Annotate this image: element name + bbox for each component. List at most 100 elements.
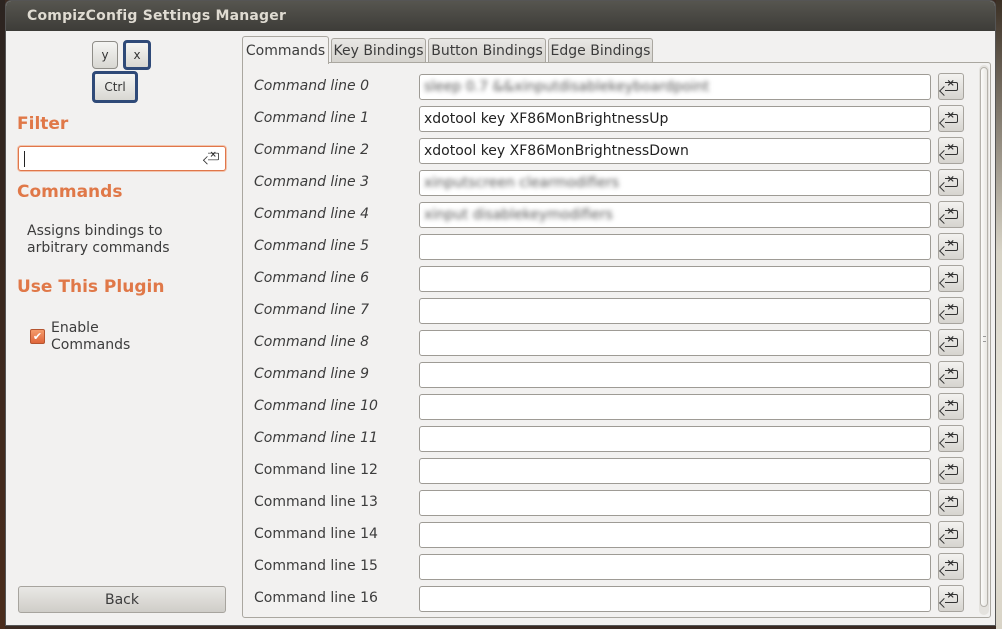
command-line-row: Command line 1 xdotool key XF86MonBrightn… — [243, 103, 978, 135]
command-line-label: Command line 6 — [254, 270, 370, 286]
clear-command-button[interactable] — [938, 457, 964, 484]
command-line-input[interactable] — [419, 458, 931, 484]
scroll-grip-icon — [983, 336, 986, 342]
scrollbar-thumb[interactable] — [980, 67, 988, 607]
clear-command-button[interactable] — [938, 489, 964, 516]
edit-clear-icon — [944, 334, 958, 347]
window-titlebar[interactable]: CompizConfig Settings Manager — [6, 1, 995, 31]
command-line-row: Command line 11 — [243, 423, 978, 455]
tab-edge-bindings[interactable]: Edge Bindings — [548, 38, 653, 63]
command-line-input[interactable] — [419, 426, 931, 452]
commands-plugin-icon: y x Ctrl — [90, 40, 160, 105]
command-line-input[interactable] — [419, 330, 931, 356]
edit-clear-icon — [944, 302, 958, 315]
edit-clear-icon — [944, 366, 958, 379]
checkmark-icon: ✔ — [32, 330, 43, 343]
edit-clear-icon — [944, 494, 958, 507]
edit-clear-icon — [944, 78, 958, 91]
command-line-input[interactable] — [419, 362, 931, 388]
command-line-value: sleep 0.7 &&xinputdisablekeyboardpoint — [424, 79, 710, 95]
command-line-row: Command line 4 xinput disablekeymodifiers — [243, 199, 978, 231]
command-line-label: Command line 12 — [254, 462, 378, 478]
command-line-input[interactable]: xdotool key XF86MonBrightnessDown — [419, 138, 931, 164]
command-line-value: xinput disablekeymodifiers — [424, 207, 613, 223]
left-panel: y x Ctrl Filter Commands Assigns binding… — [6, 31, 236, 625]
command-line-row: Command line 9 — [243, 359, 978, 391]
key-x-icon: x — [123, 40, 151, 70]
clear-command-button[interactable] — [938, 553, 964, 580]
command-line-input[interactable]: sleep 0.7 &&xinputdisablekeyboardpoint — [419, 74, 931, 100]
filter-heading: Filter — [17, 114, 69, 134]
command-line-input[interactable] — [419, 490, 931, 516]
edit-clear-icon — [944, 206, 958, 219]
clear-command-button[interactable] — [938, 265, 964, 292]
command-line-label: Command line 1 — [254, 110, 370, 126]
command-line-input[interactable]: xdotool key XF86MonBrightnessUp — [419, 106, 931, 132]
edit-clear-icon — [944, 526, 958, 539]
edit-clear-icon — [944, 238, 958, 251]
command-line-label: Command line 0 — [254, 78, 370, 94]
clear-command-button[interactable] — [938, 105, 964, 132]
edit-clear-icon — [944, 558, 958, 571]
key-y-icon: y — [92, 41, 118, 69]
ccsm-window: CompizConfig Settings Manager y x Ctrl F… — [5, 0, 996, 626]
command-line-label: Command line 14 — [254, 526, 378, 542]
clear-command-button[interactable] — [938, 329, 964, 356]
enable-commands-label[interactable]: Enable Commands — [51, 320, 130, 354]
command-line-input[interactable] — [419, 298, 931, 324]
command-line-input[interactable] — [419, 266, 931, 292]
clear-command-button[interactable] — [938, 73, 964, 100]
command-line-label: Command line 2 — [254, 142, 370, 158]
command-line-label: Command line 7 — [254, 302, 370, 318]
command-line-input[interactable]: xinputscreen clearmodifiers — [419, 170, 931, 196]
command-line-value: xinputscreen clearmodifiers — [424, 175, 620, 191]
use-plugin-heading: Use This Plugin — [17, 277, 165, 297]
edit-clear-icon — [944, 398, 958, 411]
edit-clear-icon — [944, 110, 958, 123]
command-line-label: Command line 13 — [254, 494, 378, 510]
clear-command-button[interactable] — [938, 585, 964, 612]
command-line-row: Command line 12 — [243, 455, 978, 487]
back-button[interactable]: Back — [18, 586, 226, 613]
command-line-label: Command line 3 — [254, 174, 370, 190]
command-line-row: Command line 13 — [243, 487, 978, 519]
tab-button-bindings[interactable]: Button Bindings — [428, 38, 546, 63]
command-line-input[interactable] — [419, 234, 931, 260]
command-line-label: Command line 5 — [254, 238, 370, 254]
enable-commands-checkbox[interactable]: ✔ — [30, 329, 45, 344]
clear-command-button[interactable] — [938, 521, 964, 548]
command-line-label: Command line 10 — [254, 398, 378, 414]
command-line-value: xdotool key XF86MonBrightnessDown — [424, 143, 689, 159]
command-line-row: Command line 3 xinputscreen clearmodifier… — [243, 167, 978, 199]
command-line-row: Command line 10 — [243, 391, 978, 423]
commands-page: Command line 0 sleep 0.7 &&xinputdisablek… — [242, 62, 991, 618]
command-line-input[interactable]: xinput disablekeymodifiers — [419, 202, 931, 228]
command-line-row: Command line 14 — [243, 519, 978, 551]
command-line-input[interactable] — [419, 554, 931, 580]
command-line-row: Command line 7 — [243, 295, 978, 327]
clear-command-button[interactable] — [938, 137, 964, 164]
clear-command-button[interactable] — [938, 297, 964, 324]
edit-clear-icon — [944, 270, 958, 283]
clear-command-button[interactable] — [938, 201, 964, 228]
edit-clear-icon — [944, 430, 958, 443]
desktop-background-right — [996, 0, 1002, 629]
command-line-input[interactable] — [419, 586, 931, 612]
command-line-row: Command line 15 — [243, 551, 978, 583]
tab-commands[interactable]: Commands — [242, 36, 329, 64]
clear-command-button[interactable] — [938, 233, 964, 260]
command-line-label: Command line 15 — [254, 558, 378, 574]
tab-key-bindings[interactable]: Key Bindings — [331, 38, 426, 63]
command-line-value: xdotool key XF86MonBrightnessUp — [424, 111, 669, 127]
clear-command-button[interactable] — [938, 169, 964, 196]
clear-filter-icon[interactable] — [207, 149, 221, 166]
vertical-scrollbar[interactable] — [979, 65, 989, 615]
command-line-label: Command line 16 — [254, 590, 378, 606]
clear-command-button[interactable] — [938, 425, 964, 452]
command-line-input[interactable] — [419, 394, 931, 420]
command-line-input[interactable] — [419, 522, 931, 548]
filter-input[interactable] — [18, 146, 226, 171]
clear-command-button[interactable] — [938, 393, 964, 420]
command-line-row: Command line 5 — [243, 231, 978, 263]
clear-command-button[interactable] — [938, 361, 964, 388]
